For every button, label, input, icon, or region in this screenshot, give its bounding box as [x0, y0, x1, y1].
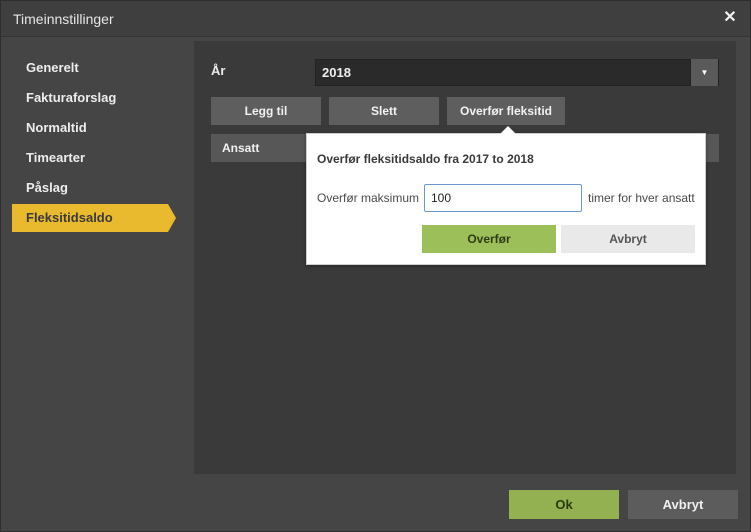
popover-cancel-button[interactable]: Avbryt: [561, 225, 695, 253]
cancel-button[interactable]: Avbryt: [628, 490, 738, 519]
dialog-titlebar: Timeinnstillinger ✕: [1, 1, 750, 37]
transfer-popover: Overfør fleksitidsaldo fra 2017 to 2018 …: [306, 126, 706, 265]
sidebar-item-fakturaforslag[interactable]: Fakturaforslag: [12, 84, 168, 112]
chevron-down-icon[interactable]: ▼: [690, 59, 718, 86]
max-hours-input[interactable]: [424, 184, 582, 212]
ok-button[interactable]: Ok: [509, 490, 619, 519]
popover-arrow: [500, 126, 516, 134]
dialog-title: Timeinnstillinger: [13, 11, 114, 27]
sidebar-item-generelt[interactable]: Generelt: [12, 54, 168, 82]
column-header-ansatt[interactable]: Ansatt: [222, 141, 259, 155]
sidebar: Generelt Fakturaforslag Normaltid Timear…: [1, 38, 193, 478]
sidebar-item-timearter[interactable]: Timearter: [12, 144, 168, 172]
sidebar-item-paslag[interactable]: Påslag: [12, 174, 168, 202]
year-label: År: [211, 63, 226, 78]
max-label: Overfør maksimum: [317, 191, 419, 205]
sidebar-item-fleksitidsaldo[interactable]: Fleksitidsaldo: [12, 204, 176, 232]
popover-transfer-button[interactable]: Overfør: [422, 225, 556, 253]
year-select-value: 2018: [322, 65, 351, 80]
popover-title: Overfør fleksitidsaldo fra 2017 to 2018: [317, 152, 534, 166]
sidebar-item-normaltid[interactable]: Normaltid: [12, 114, 168, 142]
unit-label: timer for hver ansatt: [588, 191, 695, 205]
close-icon[interactable]: ✕: [722, 9, 738, 27]
settings-dialog: Timeinnstillinger ✕ Generelt Fakturafors…: [0, 0, 751, 532]
year-select[interactable]: 2018 ▼: [315, 59, 719, 86]
add-button[interactable]: Legg til: [211, 97, 321, 125]
delete-button[interactable]: Slett: [329, 97, 439, 125]
transfer-flex-button[interactable]: Overfør fleksitid: [447, 97, 565, 125]
